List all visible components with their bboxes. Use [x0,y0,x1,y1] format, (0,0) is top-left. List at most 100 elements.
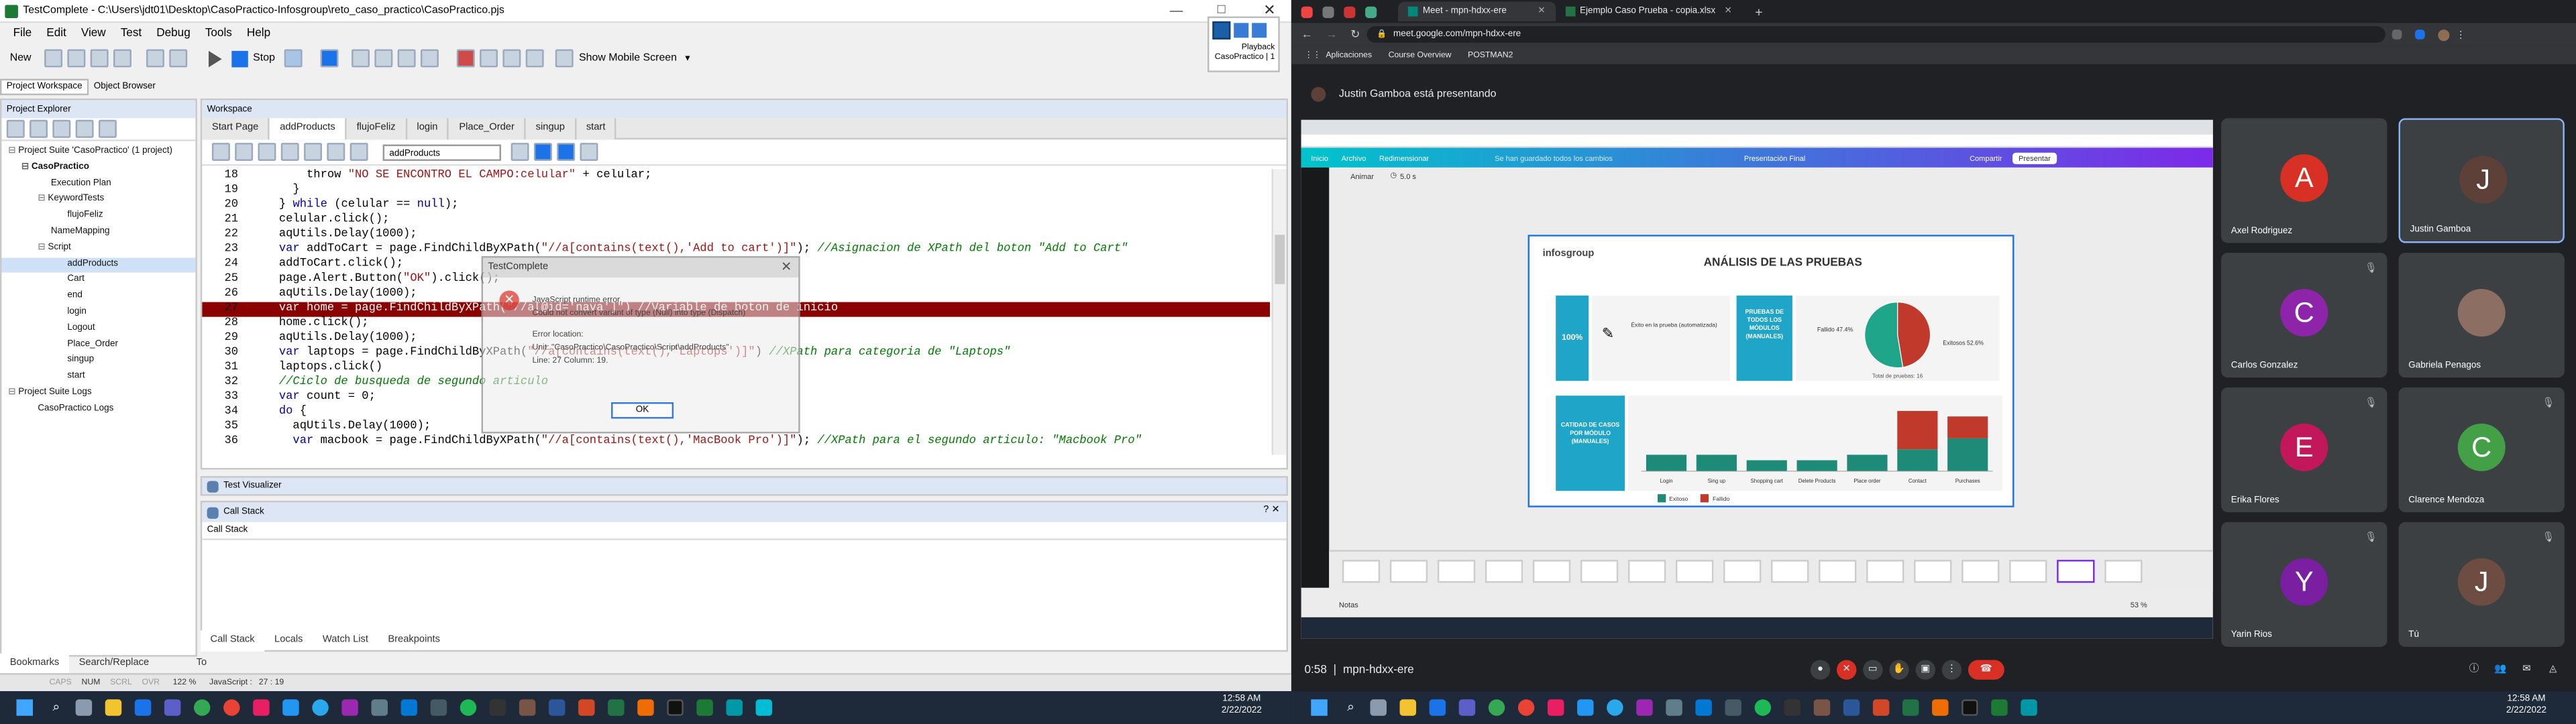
r-telegram-icon[interactable] [1607,699,1624,716]
windows-start-icon-2[interactable] [1311,699,1328,716]
r-app-7[interactable] [1548,699,1565,716]
app-icon-16[interactable] [520,699,537,716]
new-tab-icon[interactable]: + [1755,4,1762,19]
playback-pause-icon[interactable] [1234,23,1249,38]
explorer-app-icon[interactable] [105,699,123,716]
participant-tile[interactable]: A Axel Rodriguez [2221,118,2387,243]
print-icon[interactable] [113,49,131,68]
tree-item-execution-plan[interactable]: Execution Plan [1,176,195,192]
app-icon-7[interactable] [254,699,270,716]
telegram-app-icon[interactable] [313,699,329,716]
canva-menu-inicio[interactable]: Inicio [1311,154,1328,162]
app-icon-24[interactable] [756,699,773,716]
participant-tile[interactable]: J Justin Gamboa [2398,118,2565,243]
tree-item-end[interactable]: end [1,289,195,305]
app-icon-8[interactable] [283,699,300,716]
app-icon-21[interactable] [667,699,684,716]
present-icon[interactable]: ▣ [1915,660,1935,680]
participant-tile[interactable]: Gabriela Penagos [2398,253,2565,378]
tab-excel[interactable]: Ejemplo Caso Prueba - copia.xlsx ✕ [1555,1,1741,21]
run-icon[interactable] [209,50,222,67]
tree-item-keywordtests[interactable]: ⊟ KeywordTests [1,192,195,208]
slide-thumbnail[interactable] [1675,560,1714,583]
slide-thumbnail[interactable] [1389,560,1428,583]
participant-tile[interactable]: E Erika Flores 🎙 [2221,387,2387,513]
app-icon-15[interactable] [490,699,507,716]
pause-icon[interactable] [1212,21,1231,40]
r-app-10[interactable] [1637,699,1654,716]
participant-tile[interactable]: C Clarence Mendoza 🎙 [2398,387,2565,513]
tree-item-start[interactable]: start [1,369,195,385]
breakpoint-icon[interactable] [457,49,476,68]
routine-select[interactable]: addProducts [382,143,501,160]
slide-thumbnail[interactable] [1866,560,1904,583]
tab-icon-1[interactable] [1301,5,1313,17]
outdent-icon[interactable] [235,143,254,162]
r-word-icon[interactable] [1843,699,1861,716]
slide-thumbnail[interactable] [1342,560,1381,583]
tab-singup[interactable]: singup [525,117,577,139]
step-over-icon[interactable] [375,49,394,68]
r-app-11[interactable] [1666,699,1683,716]
dialog-close-icon[interactable]: ✕ [781,259,792,274]
code-line[interactable]: 22 aqUtils.Delay(1000); [202,228,1270,243]
forward-nav-icon[interactable]: → [1326,29,1337,40]
slide-thumbnail[interactable] [1771,560,1809,583]
indent-icon[interactable] [211,143,230,162]
slide-thumbnail[interactable] [1532,560,1571,583]
app-icon-20[interactable] [638,699,655,716]
address-bar[interactable]: 🔒 meet.google.com/mpn-hdxx-ere [1366,26,2385,43]
slide-thumbnail[interactable] [1723,560,1762,583]
zoom-value[interactable]: 53 % [2131,600,2147,608]
close-tab2-icon[interactable]: ✕ [1724,7,1731,17]
chrome-menu-icon[interactable]: ⋮ [2456,29,2466,40]
comment-icon[interactable] [258,143,276,162]
run-to-cursor-icon[interactable] [421,49,439,68]
tab-project-workspace[interactable]: Project Workspace [0,78,89,96]
chrome2-app-icon[interactable] [224,699,241,716]
stop-icon[interactable] [231,50,248,67]
dialog-ok-button[interactable]: OK [611,402,674,419]
bookmark-icon[interactable] [304,143,323,162]
tab-icon-3[interactable] [1344,5,1356,17]
slide-thumbnail[interactable] [1580,560,1619,583]
canva-share-button[interactable]: Compartir [1970,154,2002,162]
activities-icon[interactable]: ◬ [2543,660,2563,679]
scrollbar-thumb[interactable] [1275,235,1285,284]
menu-help[interactable]: Help [247,28,270,40]
r-app-20[interactable] [1933,699,1949,716]
tree-item-place-order[interactable]: Place_Order [1,337,195,353]
apps-icon[interactable]: ⋮⋮ [1305,50,1321,60]
record-icon[interactable] [146,49,164,68]
menu-file[interactable]: File [13,28,32,40]
tab-object-browser[interactable]: Object Browser [89,80,160,94]
options-icon[interactable] [580,143,598,162]
testcomplete-app-icon[interactable] [697,699,714,716]
save-all-icon[interactable] [90,49,109,68]
back-nav-icon[interactable]: ← [1301,29,1313,40]
tab-start-page[interactable]: Start Page [202,117,270,139]
tab-meet[interactable]: Meet - mpn-hdxx-ere ✕ [1398,1,1556,21]
r-app-13[interactable] [1725,699,1743,716]
test-visualizer-title[interactable]: Test Visualizer [223,481,282,491]
show-mobile-screen-button[interactable]: Show Mobile Screen [579,52,677,64]
participant-tile[interactable]: Y Yarin Rios 🎙 [2221,522,2387,647]
playback-stop-icon[interactable] [1252,23,1267,38]
spotify-app-icon[interactable] [460,699,478,716]
tree-item-suite-logs[interactable]: ⊟ Project Suite Logs [1,385,195,402]
code-line[interactable]: 18 throw "NO SE ENCONTRO EL CAMPO:celula… [202,169,1270,184]
canva-menu-archivo[interactable]: Archivo [1342,154,1366,162]
editor-scrollbar[interactable] [1271,169,1287,455]
windows-start-icon[interactable] [16,699,33,716]
tree-item-project-logs[interactable]: CasoPractico Logs [1,402,195,418]
collapse-icon[interactable] [75,119,94,138]
tree-item-namemapping[interactable]: NameMapping [1,225,195,241]
tab-watch-list[interactable]: Watch List [313,629,378,651]
tab-to-do[interactable]: To Do [186,652,230,689]
record-script-icon[interactable] [511,143,529,162]
tab-place-order[interactable]: Place_Order [449,117,526,139]
people-icon[interactable]: 👥 [2491,660,2510,679]
maximize-icon[interactable]: □ [1218,1,1226,16]
settings-icon[interactable] [98,119,117,138]
captions-icon[interactable]: ▭ [1863,660,1883,680]
